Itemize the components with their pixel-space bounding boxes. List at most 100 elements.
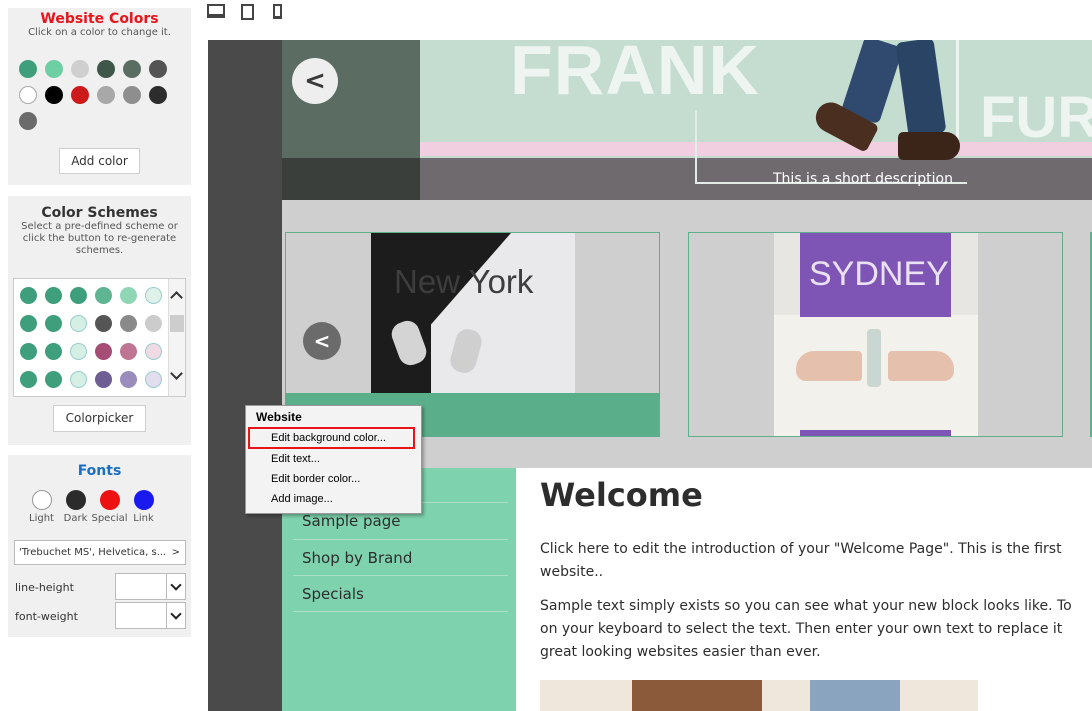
menu-item-specials[interactable]: Specials xyxy=(293,575,508,611)
scheme-list[interactable] xyxy=(13,278,186,397)
font-weight-label: font-weight xyxy=(15,610,78,623)
font-swatch-label: Special xyxy=(91,513,128,524)
colorpicker-button[interactable]: Colorpicker xyxy=(53,405,146,432)
scheme-row[interactable] xyxy=(20,287,185,304)
scheme-swatch xyxy=(95,371,112,388)
scheme-row[interactable] xyxy=(20,371,185,388)
scheme-swatch xyxy=(120,343,137,360)
scheme-swatch xyxy=(95,287,112,304)
color-swatch[interactable] xyxy=(19,112,37,130)
color-swatch[interactable] xyxy=(123,86,141,104)
header-description[interactable]: This is a short description xyxy=(773,171,953,187)
scheme-row[interactable] xyxy=(20,343,185,360)
body-text[interactable]: Sample text simply exists so you can see… xyxy=(540,595,1072,664)
intro-text-line-1: Click here to edit the introduction of y… xyxy=(540,541,1062,557)
font-weight-select[interactable] xyxy=(115,602,186,629)
font-swatch-link[interactable]: Link xyxy=(132,490,155,524)
scheme-swatch xyxy=(20,343,37,360)
scheme-swatch xyxy=(145,315,162,332)
scheme-swatch xyxy=(45,315,62,332)
chevron-down-icon xyxy=(166,574,185,599)
color-swatch[interactable] xyxy=(71,60,89,78)
scheme-swatch xyxy=(120,315,137,332)
color-swatch[interactable] xyxy=(149,86,167,104)
mobile-icon[interactable] xyxy=(273,4,282,19)
menu-item-edit-text[interactable]: Edit text... xyxy=(271,453,320,465)
color-swatch[interactable] xyxy=(149,60,167,78)
content-image xyxy=(540,680,978,711)
color-swatch[interactable] xyxy=(45,86,63,104)
chevron-left-icon: < xyxy=(313,329,331,353)
font-swatch-dark[interactable]: Dark xyxy=(64,490,87,524)
scheme-scrollbar[interactable] xyxy=(168,279,185,396)
site-header[interactable]: FRANK FUR This is a short description < xyxy=(282,40,1092,200)
add-color-button[interactable]: Add color xyxy=(59,148,140,174)
color-swatch[interactable] xyxy=(45,60,63,78)
body-text-line-1: Sample text simply exists so you can see… xyxy=(540,598,1072,614)
body-text-line-3: great looking websites easier than ever. xyxy=(540,644,821,660)
color-swatch[interactable] xyxy=(123,60,141,78)
header-legs-image xyxy=(802,40,972,170)
color-schemes-title: Color Schemes xyxy=(41,205,158,221)
color-schemes-panel: Color Schemes Select a pre-defined schem… xyxy=(8,196,191,445)
color-swatch[interactable] xyxy=(19,60,37,78)
context-menu-title: Website xyxy=(256,410,302,424)
menu-item-add-image[interactable]: Add image... xyxy=(271,493,333,505)
heel-image xyxy=(796,351,862,381)
header-dark-bottom xyxy=(282,158,420,200)
color-swatch[interactable] xyxy=(71,86,89,104)
menu-divider xyxy=(293,611,508,612)
website-preview[interactable]: FRANK FUR This is a short description < xyxy=(282,40,1092,711)
sydney-label: SYDNEY xyxy=(809,255,949,293)
color-swatch[interactable] xyxy=(19,86,37,104)
intro-text-line-2: website.. xyxy=(540,564,604,580)
font-swatch-light[interactable]: Light xyxy=(29,490,54,524)
header-title-text: FRANK xyxy=(510,40,760,109)
body-text-line-2: on your keyboard to select the text. The… xyxy=(540,621,1063,637)
font-color-swatches: Light Dark Special Link xyxy=(29,490,155,524)
tablet-icon[interactable] xyxy=(241,4,254,20)
carousel-prev-button[interactable]: < xyxy=(303,322,341,360)
city-card-sydney[interactable]: SYDNEY xyxy=(688,232,1063,437)
scheme-swatch xyxy=(95,315,112,332)
website-color-swatches xyxy=(19,60,167,130)
scheme-swatch xyxy=(95,343,112,360)
color-swatch[interactable] xyxy=(97,60,115,78)
scheme-swatch xyxy=(20,287,37,304)
scheme-swatch xyxy=(45,371,62,388)
header-prev-button[interactable]: < xyxy=(292,58,338,104)
scheme-swatch xyxy=(120,371,137,388)
scheme-swatch xyxy=(145,287,162,304)
chevron-up-icon[interactable] xyxy=(170,291,183,304)
scheme-swatch xyxy=(70,371,87,388)
desktop-icon[interactable] xyxy=(207,4,225,18)
intro-text[interactable]: Click here to edit the introduction of y… xyxy=(540,538,1062,584)
website-colors-subtitle: Click on a color to change it. xyxy=(28,27,171,38)
context-menu: Website Edit background color... Edit te… xyxy=(245,405,422,514)
scheme-row[interactable] xyxy=(20,315,185,332)
scheme-swatch xyxy=(145,371,162,388)
menu-item-edit-border-color[interactable]: Edit border color... xyxy=(271,473,360,485)
line-height-select[interactable] xyxy=(115,573,186,600)
scheme-swatch xyxy=(20,371,37,388)
scheme-swatch xyxy=(45,343,62,360)
font-swatch-special[interactable]: Special xyxy=(91,490,128,524)
font-family-select[interactable]: 'Trebuchet MS', Helvetica, s... > xyxy=(14,540,186,565)
scheme-swatch xyxy=(20,315,37,332)
menu-item-edit-background-color[interactable]: Edit background color... xyxy=(271,432,386,444)
font-swatch-label: Link xyxy=(133,513,154,524)
color-swatch[interactable] xyxy=(97,86,115,104)
welcome-title[interactable]: Welcome xyxy=(540,476,703,514)
font-family-value: 'Trebuchet MS', Helvetica, s... xyxy=(19,547,167,558)
vase-image xyxy=(867,329,881,387)
font-color-dot xyxy=(31,490,52,510)
site-content: Welcome Click here to edit the introduct… xyxy=(516,468,1092,711)
scheme-swatch xyxy=(70,343,87,360)
menu-item-shop-by-brand[interactable]: Shop by Brand xyxy=(293,539,508,575)
chevron-down-icon xyxy=(166,603,185,628)
scheme-swatch xyxy=(70,287,87,304)
scheme-swatch xyxy=(70,315,87,332)
fonts-title: Fonts xyxy=(77,463,122,479)
chevron-down-icon[interactable] xyxy=(170,367,183,380)
scrollbar-thumb[interactable] xyxy=(170,315,184,332)
